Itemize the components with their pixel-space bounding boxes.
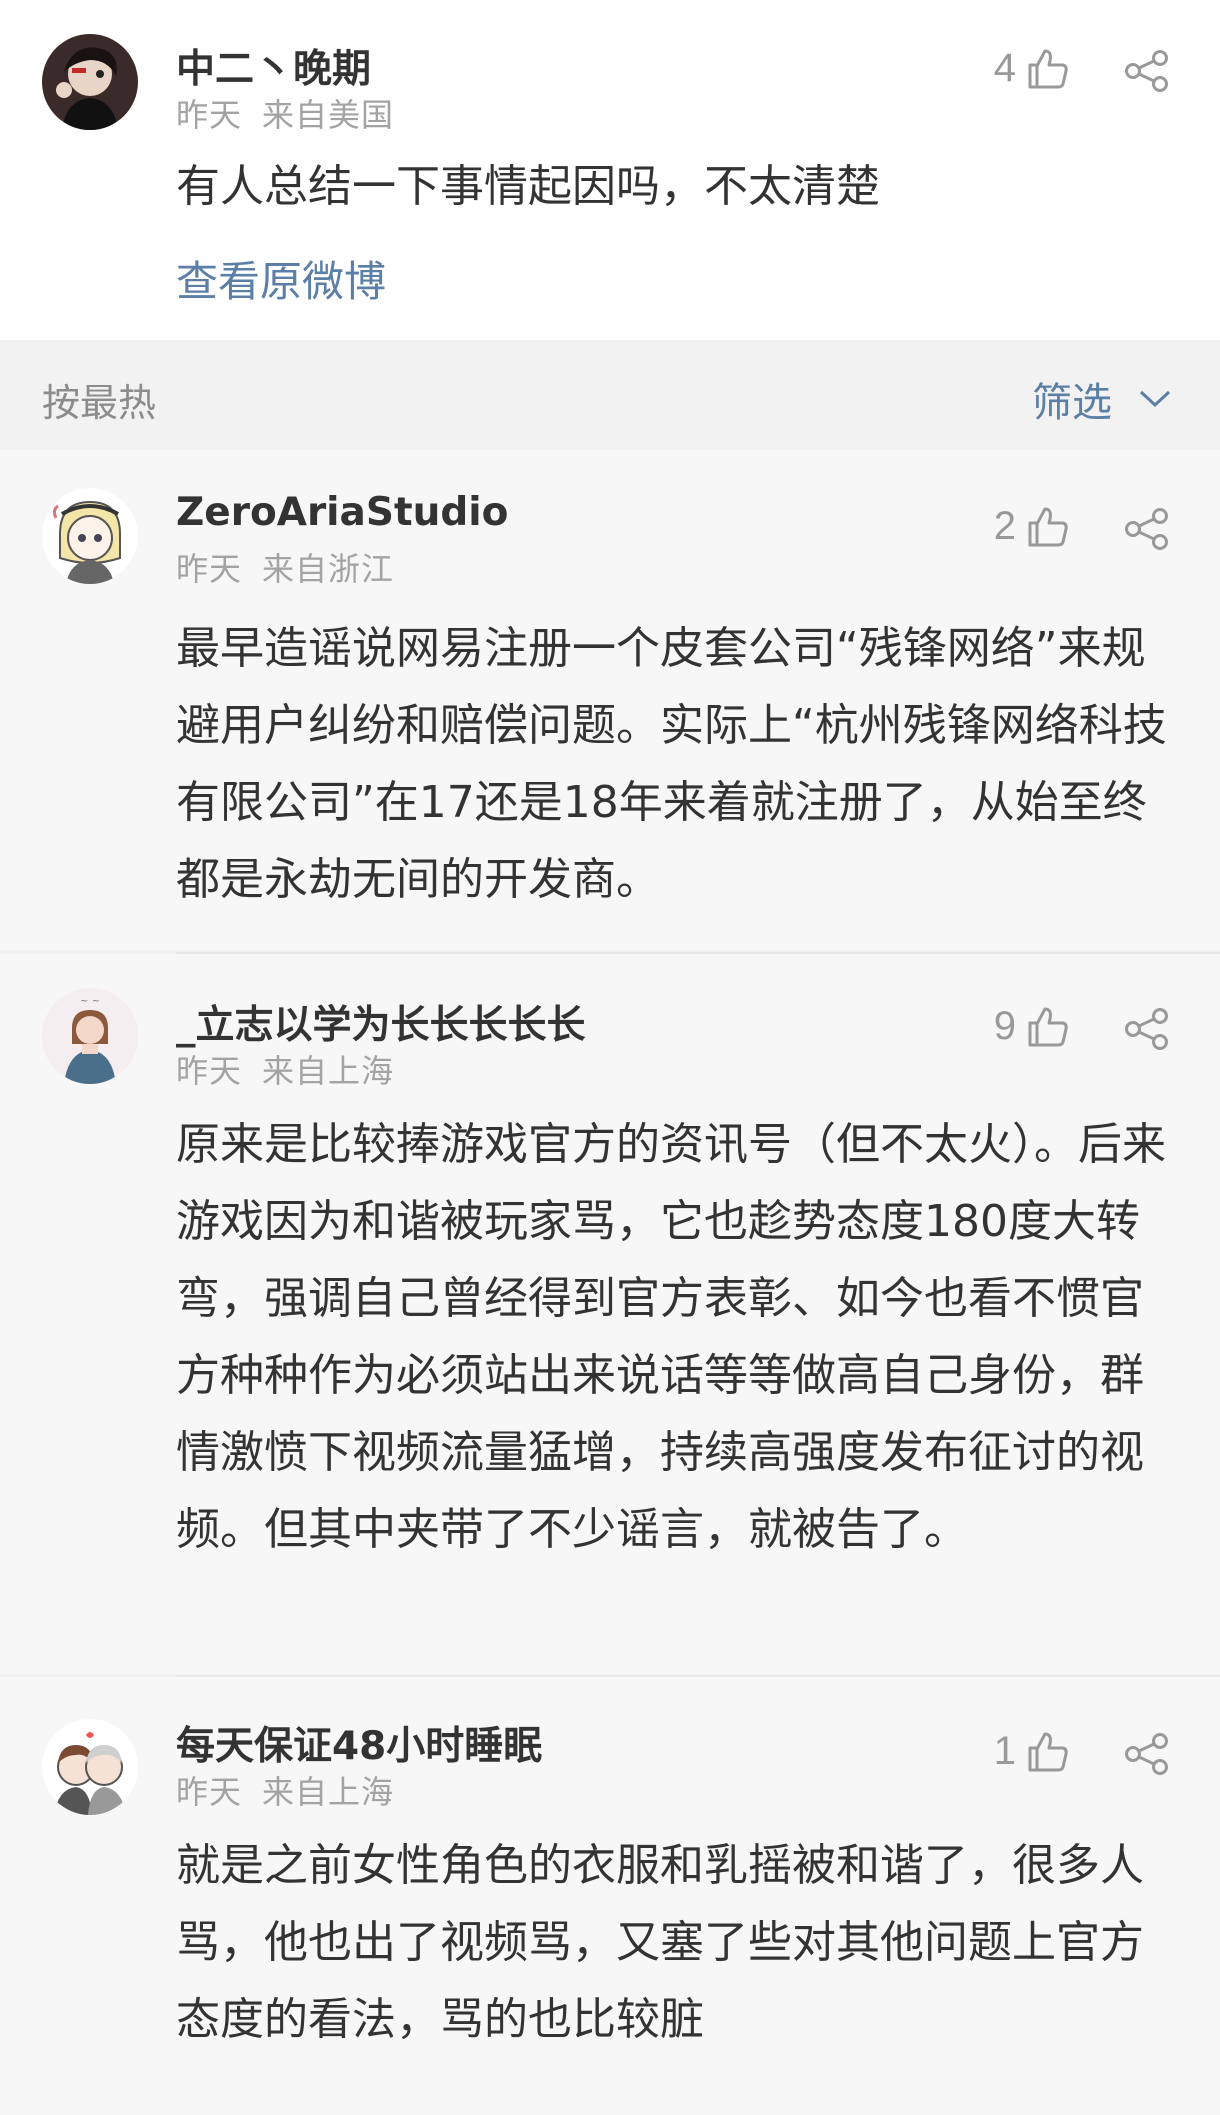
comment-text: 有人总结一下事情起因吗，不太清楚 [176,161,880,212]
comment-text: 最早造谣说网易注册一个皮套公司“残锋网络”来规避用户纠纷和赔偿问题。实际上“杭州… [176,623,1167,905]
avatar[interactable]: ~ ~ [42,988,138,1084]
thumbs-up-icon [1028,49,1068,88]
share-button[interactable] [1124,1733,1170,1775]
comment-location: 来自上海 [262,1052,395,1090]
comment-text: 原来是比较捧游戏官方的资讯号（但不太火）。后来游戏因为和谐被玩家骂，它也趁势态度… [176,1119,1166,1555]
reply-comment: ~ ~ _立志以学为长长长长长 昨天 来自上海 9 原来是比较捧游戏官方的资讯号（… [0,954,1220,1674]
share-button[interactable] [1124,1008,1170,1050]
share-icon [1125,1008,1168,1050]
like-count: 2 [993,504,1016,548]
comment-meta: 昨天 来自上海 [176,1767,394,1813]
like-count: 4 [993,46,1016,90]
comment-meta: 昨天 来自美国 [176,90,394,136]
comment-text: 就是之前女性角色的衣服和乳摇被和谐了，很多人骂，他也出了视频骂，又塞了些对其他问… [176,1840,1144,2045]
like-button[interactable]: 1 [994,1729,1070,1774]
share-icon [1125,50,1168,92]
share-button[interactable] [1124,50,1170,92]
username[interactable]: _立志以学为长长长长长 [176,994,586,1050]
avatar-image [42,1719,138,1815]
sort-bar: 按最热 筛选 [0,342,1220,450]
like-button[interactable]: 2 [994,504,1070,549]
avatar-image [42,34,138,130]
reply-comment: 每天保证48小时睡眠 昨天 来自上海 1 就是之前女性角色的衣服和乳摇被和谐了，很… [0,1677,1220,2115]
thumbs-up-icon [1028,507,1068,546]
avatar[interactable] [42,488,138,584]
share-icon [1125,508,1168,550]
filter-button[interactable]: 筛选 [1032,370,1172,428]
comment-time: 昨天 [176,96,243,134]
avatar-image [42,488,138,584]
like-count: 9 [993,1004,1016,1048]
username[interactable]: ZeroAriaStudio [176,490,508,535]
avatar[interactable] [42,34,138,130]
comment-time: 昨天 [176,1052,243,1090]
filter-label: 筛选 [1032,380,1112,426]
reply-comment: ZeroAriaStudio 昨天 来自浙江 2 最早造谣说网易注册一个皮套公司“… [0,450,1220,950]
like-count: 1 [993,1729,1016,1773]
thumbs-up-icon [1028,1007,1068,1046]
svg-text:~ ~: ~ ~ [80,996,100,1007]
comment-time: 昨天 [176,1773,243,1811]
like-button[interactable]: 9 [994,1004,1070,1049]
sort-by-hot[interactable]: 按最热 [42,372,156,427]
comment-location: 来自上海 [262,1773,395,1811]
avatar[interactable] [42,1719,138,1815]
thumbs-up-icon [1028,1732,1068,1771]
avatar-image: ~ ~ [42,988,138,1084]
comment-location: 来自浙江 [262,550,395,588]
view-original-link[interactable]: 查看原微博 [176,248,386,309]
share-icon [1125,1733,1168,1775]
username[interactable]: 每天保证48小时睡眠 [176,1715,542,1771]
chevron-down-icon [1139,390,1171,408]
share-button[interactable] [1124,508,1170,550]
comment-meta: 昨天 来自上海 [176,1046,394,1092]
comment-location: 来自美国 [262,96,395,134]
comment-time: 昨天 [176,550,243,588]
root-comment: 中二丶晚期 昨天 来自美国 4 有人总结一下事情起因吗，不太清楚 查看原微博 [0,0,1220,340]
like-button[interactable]: 4 [994,46,1070,91]
username[interactable]: 中二丶晚期 [176,38,371,94]
comment-meta: 昨天 来自浙江 [176,544,394,590]
